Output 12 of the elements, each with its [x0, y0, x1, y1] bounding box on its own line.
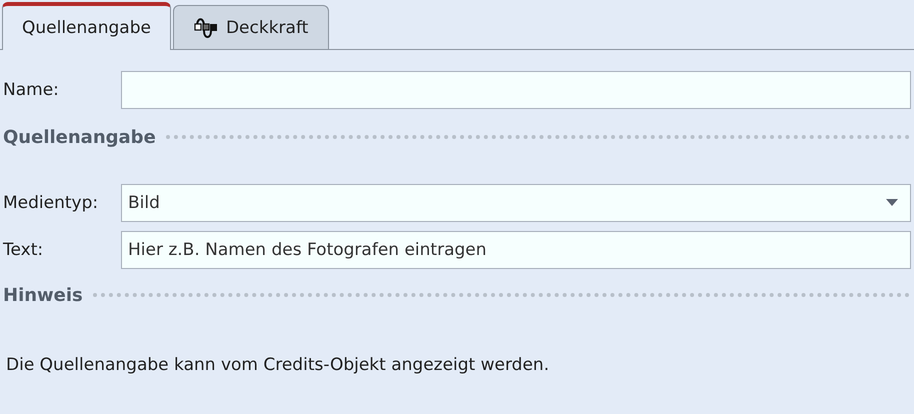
field-label: Text:	[2, 240, 44, 260]
note-text: Die Quellenangabe kann vom Credits-Objekt angezeigt werden.	[6, 355, 550, 375]
section-title: Hinweis	[3, 284, 83, 306]
caret-icon	[886, 199, 898, 206]
field-label: Name:	[2, 80, 60, 100]
section-title: Quellenangabe	[3, 126, 156, 148]
dropdown[interactable]: Bild	[121, 184, 911, 222]
field-label: Medientyp:	[2, 192, 100, 212]
tab[interactable]: Deckkraft	[172, 5, 330, 49]
tab[interactable]: Quellenangabe	[2, 2, 171, 50]
input-field[interactable]	[121, 71, 911, 109]
input-field[interactable]: Hier z.B. Namen des Fotografen eintragen	[121, 230, 911, 268]
